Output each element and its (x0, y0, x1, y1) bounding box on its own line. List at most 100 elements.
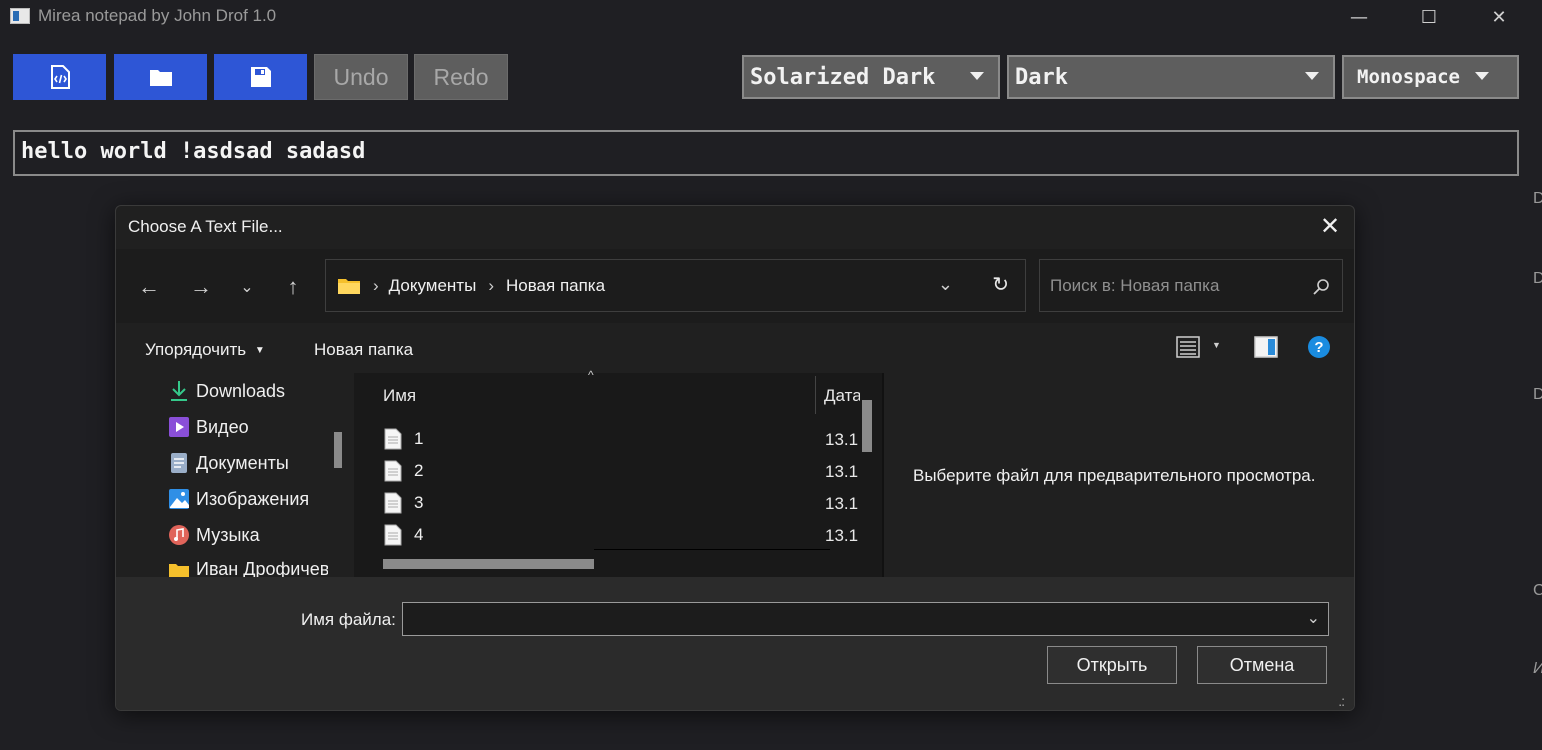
nav-item-pictures[interactable]: Изображения (168, 484, 309, 514)
column-header-date[interactable]: Дата (824, 386, 860, 406)
resize-grip-icon[interactable]: ⠠ ⠤ (1338, 694, 1345, 710)
font-select-value: Monospace (1357, 66, 1460, 88)
nav-item-user-folder[interactable]: Иван Дрофичев (168, 556, 328, 577)
documents-icon (168, 452, 190, 474)
file-date: 13.1 (825, 430, 859, 449)
forward-button[interactable]: → (186, 272, 216, 302)
code-file-icon (50, 65, 70, 89)
address-bar[interactable]: › Документы › Новая папка ⌄ ↻ (325, 259, 1026, 312)
breadcrumb-separator-icon: › (488, 275, 494, 295)
user-folder-icon (168, 560, 190, 577)
mode-select-value: Dark (1015, 64, 1068, 90)
nav-item-music[interactable]: Музыка (168, 520, 260, 550)
nav-scrollbar[interactable] (334, 432, 342, 468)
maximize-icon: ☐ (1420, 6, 1438, 28)
search-icon (1313, 279, 1329, 295)
nav-item-video[interactable]: Видео (168, 412, 249, 442)
column-divider (815, 376, 816, 414)
open-button[interactable]: Открыть (1047, 646, 1177, 684)
save-file-button[interactable] (214, 54, 307, 100)
file-date: 13.1 (825, 494, 859, 513)
address-history-button[interactable]: ⌄ (938, 274, 953, 295)
caret-down-icon: ▼ (254, 345, 265, 356)
file-name: 4 (414, 525, 424, 544)
music-icon (168, 524, 190, 546)
filename-label: Имя файла: (301, 610, 396, 629)
nav-item-label: Downloads (196, 380, 286, 401)
open-file-button[interactable] (114, 54, 207, 100)
theme-select-value: Solarized Dark (750, 64, 936, 90)
file-row[interactable]: 3 (384, 488, 423, 518)
minimize-button[interactable]: — (1336, 0, 1382, 34)
view-options-button[interactable] (1176, 336, 1200, 363)
nav-item-label: Музыка (196, 524, 260, 545)
dialog-close-button[interactable]: ✕ (1316, 212, 1344, 240)
breadcrumb-item[interactable]: Новая папка (506, 276, 605, 296)
nav-item-downloads[interactable]: Downloads (168, 376, 285, 406)
dialog-title: Choose A Text File... (128, 217, 283, 236)
file-row[interactable]: 1 (384, 424, 423, 454)
edge-glyph: D (1533, 386, 1542, 403)
nav-item-label: Документы (196, 452, 289, 473)
file-date: 13.1 (825, 462, 859, 481)
list-divider (594, 549, 830, 550)
sort-ascending-icon: ^ (588, 368, 594, 382)
command-bar (116, 323, 1354, 373)
mode-select[interactable]: Dark (1007, 55, 1335, 99)
text-file-icon (384, 428, 402, 450)
search-input[interactable]: Поиск в: Новая папка (1039, 259, 1343, 312)
new-folder-button[interactable]: Новая папка (314, 340, 413, 360)
search-placeholder: Поиск в: Новая папка (1050, 275, 1220, 295)
preview-pane-icon (1254, 336, 1278, 358)
back-button[interactable]: ← (134, 272, 164, 302)
breadcrumb-item[interactable]: Документы (389, 276, 477, 296)
theme-select[interactable]: Solarized Dark (742, 55, 1000, 99)
file-name: 3 (414, 493, 424, 512)
organize-menu[interactable]: Упорядочить ▼ (145, 340, 265, 360)
save-disk-icon (250, 67, 271, 87)
folder-open-icon (149, 70, 172, 86)
chevron-down-icon[interactable]: ⌄ (1307, 608, 1320, 628)
download-icon (168, 380, 190, 402)
nav-item-label: Изображения (196, 488, 310, 509)
cancel-button[interactable]: Отмена (1197, 646, 1327, 684)
edge-glyph: D (1533, 190, 1542, 207)
breadcrumb-separator-icon: › (373, 275, 379, 295)
file-date: 13.1 (825, 526, 859, 545)
edge-glyph: C (1533, 582, 1542, 599)
organize-label: Упорядочить (145, 340, 247, 359)
text-editor[interactable]: hello world !asdsad sadasd (13, 130, 1519, 176)
filename-input[interactable]: ⌄ (402, 602, 1329, 636)
file-name: 1 (414, 429, 424, 448)
arrow-left-icon: ← (138, 274, 160, 299)
nav-item-documents[interactable]: Документы (168, 448, 289, 478)
file-row[interactable]: 2 (384, 456, 423, 486)
arrow-up-icon: ↑ (287, 274, 299, 299)
edge-glyph: И (1533, 660, 1542, 678)
new-file-button[interactable] (13, 54, 106, 100)
undo-button[interactable]: Undo (314, 54, 408, 100)
minimize-icon: — (1350, 6, 1368, 28)
nav-item-label: Видео (196, 416, 249, 437)
horizontal-scrollbar[interactable] (383, 559, 594, 569)
redo-button[interactable]: Redo (414, 54, 508, 100)
arrow-right-icon: → (190, 274, 212, 299)
maximize-button[interactable]: ☐ (1406, 0, 1452, 34)
file-list (354, 373, 882, 577)
column-header-name[interactable]: Имя (383, 386, 416, 406)
up-button[interactable]: ↑ (278, 272, 308, 302)
nav-item-label: Иван Дрофичев (196, 559, 328, 577)
close-button[interactable]: ✕ (1476, 0, 1522, 34)
close-icon: ✕ (1491, 6, 1507, 28)
open-file-dialog: Choose A Text File... ✕ ← → ⌄ ↑ › Докуме… (115, 205, 1355, 711)
preview-pane-button[interactable] (1254, 336, 1278, 363)
recent-locations-button[interactable]: ⌄ (232, 272, 262, 302)
font-select[interactable]: Monospace (1342, 55, 1519, 99)
edge-glyph: D (1533, 270, 1542, 287)
refresh-icon[interactable]: ↻ (992, 272, 1009, 297)
help-icon[interactable]: ? (1308, 336, 1330, 358)
caret-down-icon[interactable]: ▼ (1212, 340, 1221, 350)
pictures-icon (168, 488, 190, 510)
vertical-scrollbar[interactable] (862, 400, 872, 452)
file-row[interactable]: 4 (384, 520, 423, 550)
